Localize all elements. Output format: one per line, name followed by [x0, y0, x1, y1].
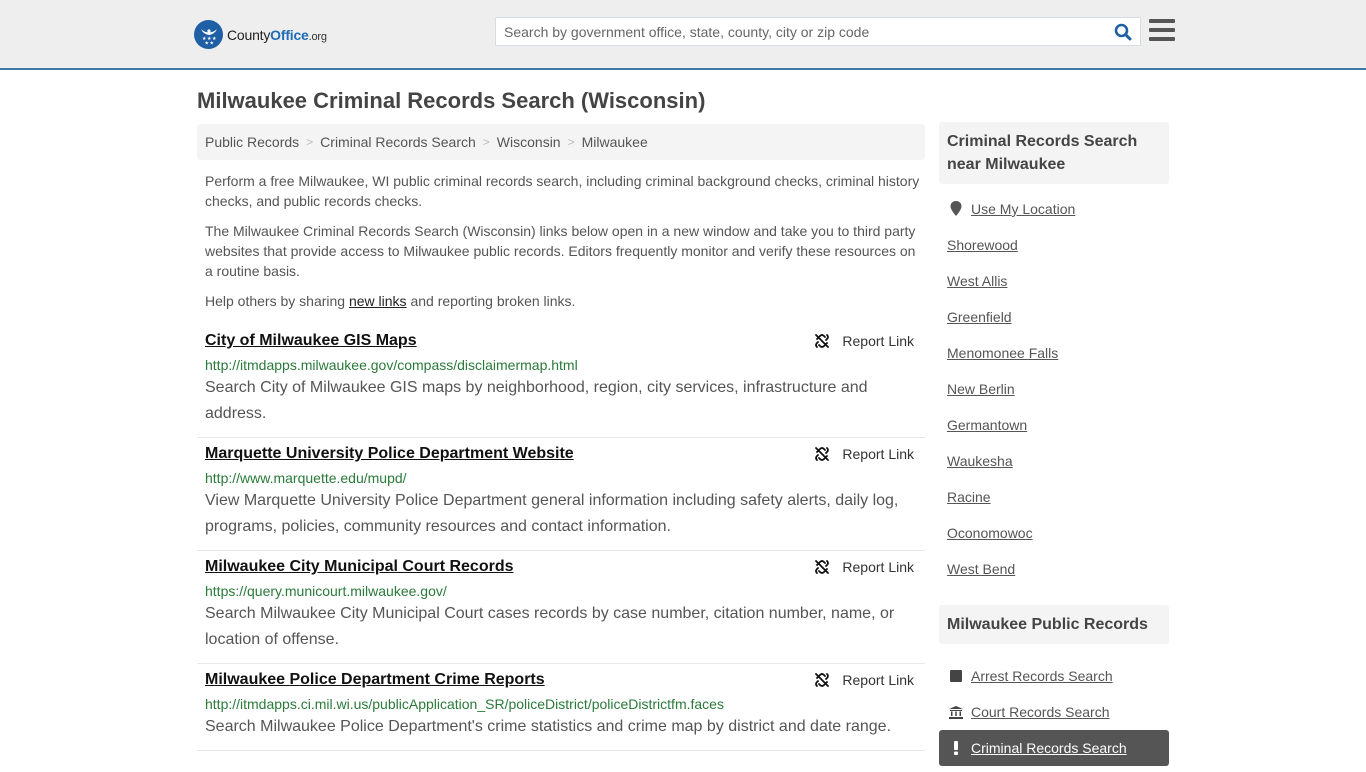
nearby-city-item: West Allis — [947, 273, 1161, 309]
public-records-item-arrest: Arrest Records Search — [947, 658, 1161, 694]
result-title-link[interactable]: Marquette University Police Department W… — [205, 444, 574, 464]
breadcrumb-milwaukee[interactable]: Milwaukee — [582, 134, 648, 150]
broken-link-icon — [815, 673, 830, 687]
result-title-link[interactable]: City of Milwaukee GIS Maps — [205, 331, 417, 351]
broken-link-icon — [815, 334, 830, 348]
intro-text: Perform a free Milwaukee, WI public crim… — [205, 171, 921, 321]
report-link-button[interactable]: Report Link — [814, 559, 914, 575]
nearby-city-link[interactable]: Menomonee Falls — [947, 345, 1058, 361]
page-title: Milwaukee Criminal Records Search (Wisco… — [197, 88, 706, 113]
result-description: Search City of Milwaukee GIS maps by nei… — [205, 379, 868, 422]
svg-text:★: ★ — [209, 40, 214, 46]
logo-eagle-icon: ★ ★ ★ ★ ★ — [194, 20, 223, 49]
nearby-city-link[interactable]: Waukesha — [947, 453, 1013, 469]
square-icon — [947, 670, 965, 682]
search-input[interactable] — [496, 18, 1106, 45]
breadcrumb-separator: > — [567, 135, 575, 149]
exclamation-icon — [947, 741, 965, 755]
use-my-location-item: Use My Location — [947, 201, 1161, 237]
new-links-link[interactable]: new links — [349, 293, 407, 309]
nearby-heading: Criminal Records Search near Milwaukee — [939, 122, 1169, 184]
nearby-city-link[interactable]: Germantown — [947, 417, 1027, 433]
results-list: City of Milwaukee GIS Maps Report Link h… — [197, 325, 925, 751]
use-my-location-link[interactable]: Use My Location — [971, 201, 1075, 217]
result-item: Marquette University Police Department W… — [197, 438, 925, 551]
breadcrumb-public-records[interactable]: Public Records — [205, 134, 299, 150]
logo-text: CountyOffice.org — [227, 26, 327, 43]
result-title-link[interactable]: Milwaukee City Municipal Court Records — [205, 557, 514, 577]
broken-link-icon — [815, 447, 830, 461]
report-link-button[interactable]: Report Link — [814, 333, 914, 349]
result-description: Search Milwaukee City Municipal Court ca… — [205, 605, 895, 648]
nearby-city-item: Waukesha — [947, 453, 1161, 489]
court-records-link[interactable]: Court Records Search — [971, 704, 1110, 720]
breadcrumb: Public Records > Criminal Records Search… — [197, 124, 925, 160]
public-records-item-court: Court Records Search — [947, 694, 1161, 730]
result-url: http://itmdapps.ci.mil.wi.us/publicAppli… — [205, 696, 724, 712]
intro-paragraph-3: Help others by sharing new links and rep… — [205, 293, 576, 309]
breadcrumb-separator: > — [306, 135, 314, 149]
public-records-item-criminal: Criminal Records Search — [939, 730, 1169, 766]
result-item: City of Milwaukee GIS Maps Report Link h… — [197, 325, 925, 438]
result-url: http://www.marquette.edu/mupd/ — [205, 470, 407, 486]
result-url: http://itmdapps.milwaukee.gov/compass/di… — [205, 357, 578, 373]
nearby-city-item: Racine — [947, 489, 1161, 525]
breadcrumb-criminal-records-search[interactable]: Criminal Records Search — [320, 134, 476, 150]
criminal-records-link[interactable]: Criminal Records Search — [971, 740, 1127, 756]
public-records-list: Arrest Records Search Court Records Sear… — [939, 644, 1169, 772]
nearby-city-link[interactable]: West Bend — [947, 561, 1015, 577]
nearby-city-link[interactable]: New Berlin — [947, 381, 1015, 397]
result-title-link[interactable]: Milwaukee Police Department Crime Report… — [205, 670, 545, 690]
site-search — [495, 17, 1141, 46]
result-description: Search Milwaukee Police Department's cri… — [205, 718, 892, 735]
search-button[interactable] — [1106, 18, 1140, 45]
result-item: Milwaukee City Municipal Court Records R… — [197, 551, 925, 664]
search-icon — [1114, 23, 1132, 40]
result-item: Milwaukee Police Department Crime Report… — [197, 664, 925, 751]
breadcrumb-separator: > — [482, 135, 490, 149]
nearby-city-link[interactable]: Oconomowoc — [947, 525, 1033, 541]
nearby-city-item: Shorewood — [947, 237, 1161, 273]
breadcrumb-wisconsin[interactable]: Wisconsin — [497, 134, 561, 150]
public-records-heading: Milwaukee Public Records — [939, 605, 1169, 644]
report-link-button[interactable]: Report Link — [814, 446, 914, 462]
nearby-city-link[interactable]: Racine — [947, 489, 991, 505]
report-link-button[interactable]: Report Link — [814, 672, 914, 688]
nearby-city-item: Greenfield — [947, 309, 1161, 345]
result-description: View Marquette University Police Departm… — [205, 492, 899, 535]
sidebar: Criminal Records Search near Milwaukee U… — [939, 122, 1169, 772]
nearby-list: Use My Location Shorewood West Allis Gre… — [939, 184, 1169, 603]
courthouse-icon — [947, 705, 965, 719]
nearby-city-link[interactable]: Greenfield — [947, 309, 1012, 325]
result-url: https://query.municourt.milwaukee.gov/ — [205, 583, 447, 599]
arrest-records-link[interactable]: Arrest Records Search — [971, 668, 1113, 684]
site-logo[interactable]: ★ ★ ★ ★ ★ CountyOffice.org — [194, 20, 327, 49]
intro-paragraph-2: The Milwaukee Criminal Records Search (W… — [205, 223, 916, 279]
site-header: ★ ★ ★ ★ ★ CountyOffice.org — [0, 0, 1366, 70]
nearby-city-link[interactable]: Shorewood — [947, 237, 1018, 253]
broken-link-icon — [815, 560, 830, 574]
nearby-city-item: Germantown — [947, 417, 1161, 453]
nearby-city-item: West Bend — [947, 561, 1161, 597]
intro-paragraph-1: Perform a free Milwaukee, WI public crim… — [205, 173, 920, 209]
nearby-city-item: Menomonee Falls — [947, 345, 1161, 381]
nearby-city-item: New Berlin — [947, 381, 1161, 417]
map-pin-icon — [947, 201, 965, 216]
nearby-city-link[interactable]: West Allis — [947, 273, 1007, 289]
hamburger-menu-icon[interactable] — [1149, 19, 1175, 41]
nearby-city-item: Oconomowoc — [947, 525, 1161, 561]
